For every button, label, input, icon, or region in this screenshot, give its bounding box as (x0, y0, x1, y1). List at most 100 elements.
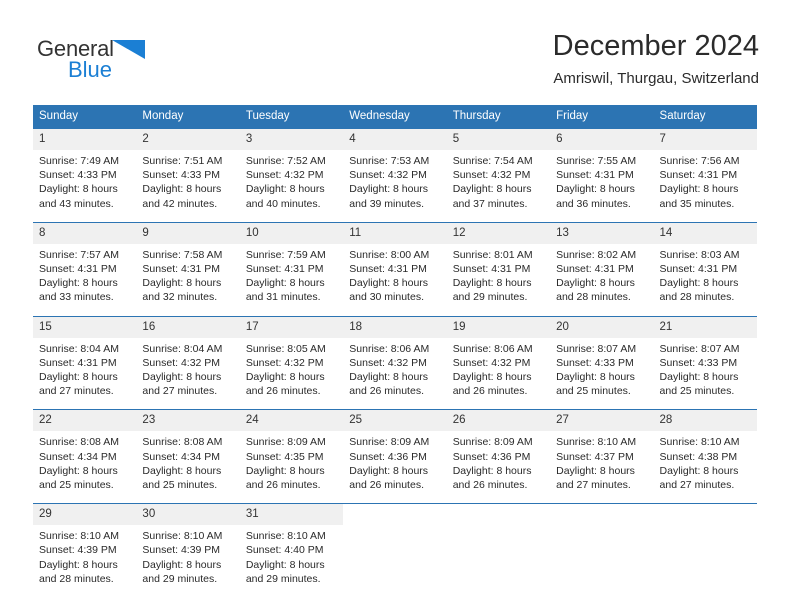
daylight-text-line2: and 37 minutes. (452, 197, 528, 210)
day-details: Sunrise: 8:01 AM Sunset: 4:31 PM Daylight:… (447, 244, 550, 305)
day-number: 29 (33, 504, 137, 526)
sunrise-text: Sunrise: 8:10 AM (39, 530, 119, 543)
daylight-text-line1: Daylight: 8 hours (245, 371, 325, 384)
calendar-day-cell[interactable]: 20 Sunrise: 8:07 AM Sunset: 4:33 PM Dayligh… (550, 315, 654, 399)
sunset-text: Sunset: 4:33 PM (142, 169, 221, 182)
day-cell-inner: 10 Sunrise: 7:59 AM Sunset: 4:31 PM Dayligh… (239, 222, 344, 305)
daylight-text-line2: and 25 minutes. (556, 385, 631, 398)
calendar-day-cell[interactable]: 10 Sunrise: 7:59 AM Sunset: 4:31 PM Dayligh… (239, 221, 344, 305)
calendar-day-cell[interactable]: 1 Sunrise: 7:49 AM Sunset: 4:33 PM Daylight… (33, 127, 137, 211)
calendar-day-cell[interactable]: 14 Sunrise: 8:03 AM Sunset: 4:31 PM Dayligh… (653, 221, 757, 305)
day-details: Sunrise: 8:02 AM Sunset: 4:31 PM Daylight:… (550, 244, 653, 305)
sunrise-text: Sunrise: 8:04 AM (39, 342, 119, 355)
day-cell-inner: 8 Sunrise: 7:57 AM Sunset: 4:31 PM Daylight… (33, 222, 137, 305)
calendar-day-cell[interactable]: 7 Sunrise: 7:56 AM Sunset: 4:31 PM Daylight… (653, 127, 757, 211)
sunset-text: Sunset: 4:31 PM (659, 263, 738, 276)
day-details: Sunrise: 8:08 AM Sunset: 4:34 PM Daylight:… (136, 431, 239, 492)
sunset-text: Sunset: 4:31 PM (245, 263, 324, 276)
day-number: 4 (343, 129, 447, 150)
daylight-text-line1: Daylight: 8 hours (39, 558, 118, 571)
day-number: 17 (239, 316, 344, 338)
weekday-header-wednesday: Wednesday (343, 105, 447, 129)
calendar-day-cell[interactable]: 30 Sunrise: 8:10 AM Sunset: 4:39 PM Dayligh… (136, 503, 240, 587)
daylight-text-line1: Daylight: 8 hours (556, 277, 635, 290)
calendar-day-cell[interactable]: 8 Sunrise: 7:57 AM Sunset: 4:31 PM Daylight… (33, 221, 137, 305)
general-blue-logo[interactable]: General Blue (37, 36, 237, 88)
calendar-day-cell[interactable]: 12 Sunrise: 8:01 AM Sunset: 4:31 PM Dayligh… (446, 221, 551, 305)
sunrise-text: Sunrise: 7:51 AM (142, 155, 223, 167)
calendar-body: 1 Sunrise: 7:49 AM Sunset: 4:33 PM Daylight… (33, 127, 757, 587)
calendar-day-cell[interactable]: 22 Sunrise: 8:08 AM Sunset: 4:34 PM Dayligh… (33, 409, 137, 493)
calendar-day-cell[interactable]: 16 Sunrise: 8:04 AM Sunset: 4:32 PM Dayligh… (136, 315, 240, 399)
daylight-text-line2: and 27 minutes. (556, 479, 631, 492)
sunrise-text: Sunrise: 8:10 AM (659, 436, 740, 449)
sunset-text: Sunset: 4:35 PM (245, 450, 324, 463)
calendar-day-cell[interactable]: 6 Sunrise: 7:55 AM Sunset: 4:31 PM Daylight… (550, 127, 654, 211)
day-cell-inner: 18 Sunrise: 8:06 AM Sunset: 4:32 PM Dayligh… (343, 316, 447, 399)
calendar-day-cell[interactable]: 24 Sunrise: 8:09 AM Sunset: 4:35 PM Dayligh… (239, 409, 344, 493)
sunset-text: Sunset: 4:31 PM (349, 263, 427, 276)
calendar-day-cell[interactable]: 4 Sunrise: 7:53 AM Sunset: 4:32 PM Daylight… (343, 127, 447, 211)
daylight-text-line1: Daylight: 8 hours (39, 277, 118, 290)
day-number: 15 (33, 316, 137, 338)
calendar-day-cell[interactable]: 5 Sunrise: 7:54 AM Sunset: 4:32 PM Daylight… (446, 127, 551, 211)
sunset-text: Sunset: 4:36 PM (452, 450, 531, 463)
calendar-day-cell[interactable]: 21 Sunrise: 8:07 AM Sunset: 4:33 PM Dayligh… (653, 315, 757, 399)
day-details: Sunrise: 8:10 AM Sunset: 4:39 PM Daylight:… (136, 525, 239, 586)
calendar-day-cell[interactable]: 23 Sunrise: 8:08 AM Sunset: 4:34 PM Dayligh… (136, 409, 240, 493)
daylight-text-line2: and 26 minutes. (452, 385, 528, 398)
daylight-text-line2: and 28 minutes. (659, 291, 735, 304)
calendar-week-row: 1 Sunrise: 7:49 AM Sunset: 4:33 PM Daylight… (33, 127, 757, 211)
day-details: Sunrise: 8:06 AM Sunset: 4:32 PM Daylight:… (343, 338, 446, 399)
sunrise-text: Sunrise: 8:09 AM (245, 436, 326, 449)
week-spacer (33, 492, 757, 504)
sunrise-text: Sunrise: 8:05 AM (245, 342, 326, 355)
calendar-day-cell[interactable]: 25 Sunrise: 8:09 AM Sunset: 4:36 PM Dayligh… (343, 409, 447, 493)
calendar-day-cell[interactable]: 2 Sunrise: 7:51 AM Sunset: 4:33 PM Daylight… (136, 127, 240, 211)
daylight-text-line2: and 29 minutes. (142, 572, 218, 585)
calendar-day-cell[interactable]: 29 Sunrise: 8:10 AM Sunset: 4:39 PM Dayligh… (33, 503, 137, 587)
day-details: Sunrise: 8:09 AM Sunset: 4:36 PM Daylight:… (343, 431, 446, 492)
daylight-text-line2: and 29 minutes. (452, 291, 528, 304)
sunrise-text: Sunrise: 7:53 AM (349, 155, 430, 167)
sunset-text: Sunset: 4:31 PM (659, 169, 738, 182)
sunset-text: Sunset: 4:31 PM (556, 169, 634, 182)
day-number (550, 504, 654, 526)
daylight-text-line1: Daylight: 8 hours (556, 371, 635, 384)
day-details: Sunrise: 7:49 AM Sunset: 4:33 PM Daylight:… (33, 150, 136, 211)
daylight-text-line1: Daylight: 8 hours (39, 464, 118, 477)
calendar-empty-cell (550, 503, 654, 587)
daylight-text-line2: and 42 minutes. (142, 197, 218, 210)
daylight-text-line1: Daylight: 8 hours (659, 183, 739, 196)
calendar-day-cell[interactable]: 13 Sunrise: 8:02 AM Sunset: 4:31 PM Dayligh… (550, 221, 654, 305)
day-cell-inner: 6 Sunrise: 7:55 AM Sunset: 4:31 PM Daylight… (550, 129, 654, 211)
calendar-day-cell[interactable]: 17 Sunrise: 8:05 AM Sunset: 4:32 PM Dayligh… (239, 315, 344, 399)
day-details: Sunrise: 8:09 AM Sunset: 4:36 PM Daylight:… (447, 431, 550, 492)
calendar-day-cell[interactable]: 27 Sunrise: 8:10 AM Sunset: 4:37 PM Dayligh… (550, 409, 654, 493)
logo-line-one: General (37, 36, 237, 62)
calendar-day-cell[interactable]: 19 Sunrise: 8:06 AM Sunset: 4:32 PM Dayligh… (446, 315, 551, 399)
calendar-day-cell[interactable]: 9 Sunrise: 7:58 AM Sunset: 4:31 PM Daylight… (136, 221, 240, 305)
calendar-day-cell[interactable]: 26 Sunrise: 8:09 AM Sunset: 4:36 PM Dayligh… (446, 409, 551, 493)
calendar-day-cell[interactable]: 28 Sunrise: 8:10 AM Sunset: 4:38 PM Dayligh… (653, 409, 757, 493)
day-details: Sunrise: 8:07 AM Sunset: 4:33 PM Daylight:… (550, 338, 653, 399)
day-details: Sunrise: 7:51 AM Sunset: 4:33 PM Daylight:… (136, 150, 239, 211)
calendar-day-cell[interactable]: 11 Sunrise: 8:00 AM Sunset: 4:31 PM Dayligh… (343, 221, 447, 305)
day-number: 28 (653, 410, 757, 432)
day-number: 2 (136, 129, 240, 150)
day-number (653, 504, 757, 526)
calendar-day-cell[interactable]: 3 Sunrise: 7:52 AM Sunset: 4:32 PM Daylight… (239, 127, 344, 211)
daylight-text-line1: Daylight: 8 hours (556, 183, 635, 196)
week-spacer (33, 210, 757, 223)
sunrise-text: Sunrise: 8:06 AM (349, 342, 430, 355)
daylight-text-line1: Daylight: 8 hours (39, 371, 118, 384)
daylight-text-line1: Daylight: 8 hours (349, 371, 429, 384)
calendar-day-cell[interactable]: 31 Sunrise: 8:10 AM Sunset: 4:40 PM Dayligh… (239, 503, 344, 587)
daylight-text-line1: Daylight: 8 hours (142, 277, 222, 290)
day-details: Sunrise: 8:04 AM Sunset: 4:31 PM Daylight:… (33, 338, 136, 399)
logo-text-general: General (37, 36, 114, 61)
calendar-day-cell[interactable]: 15 Sunrise: 8:04 AM Sunset: 4:31 PM Dayligh… (33, 315, 137, 399)
day-cell-inner: 20 Sunrise: 8:07 AM Sunset: 4:33 PM Dayligh… (550, 316, 654, 399)
sunrise-text: Sunrise: 8:01 AM (452, 248, 533, 261)
calendar-day-cell[interactable]: 18 Sunrise: 8:06 AM Sunset: 4:32 PM Dayligh… (343, 315, 447, 399)
